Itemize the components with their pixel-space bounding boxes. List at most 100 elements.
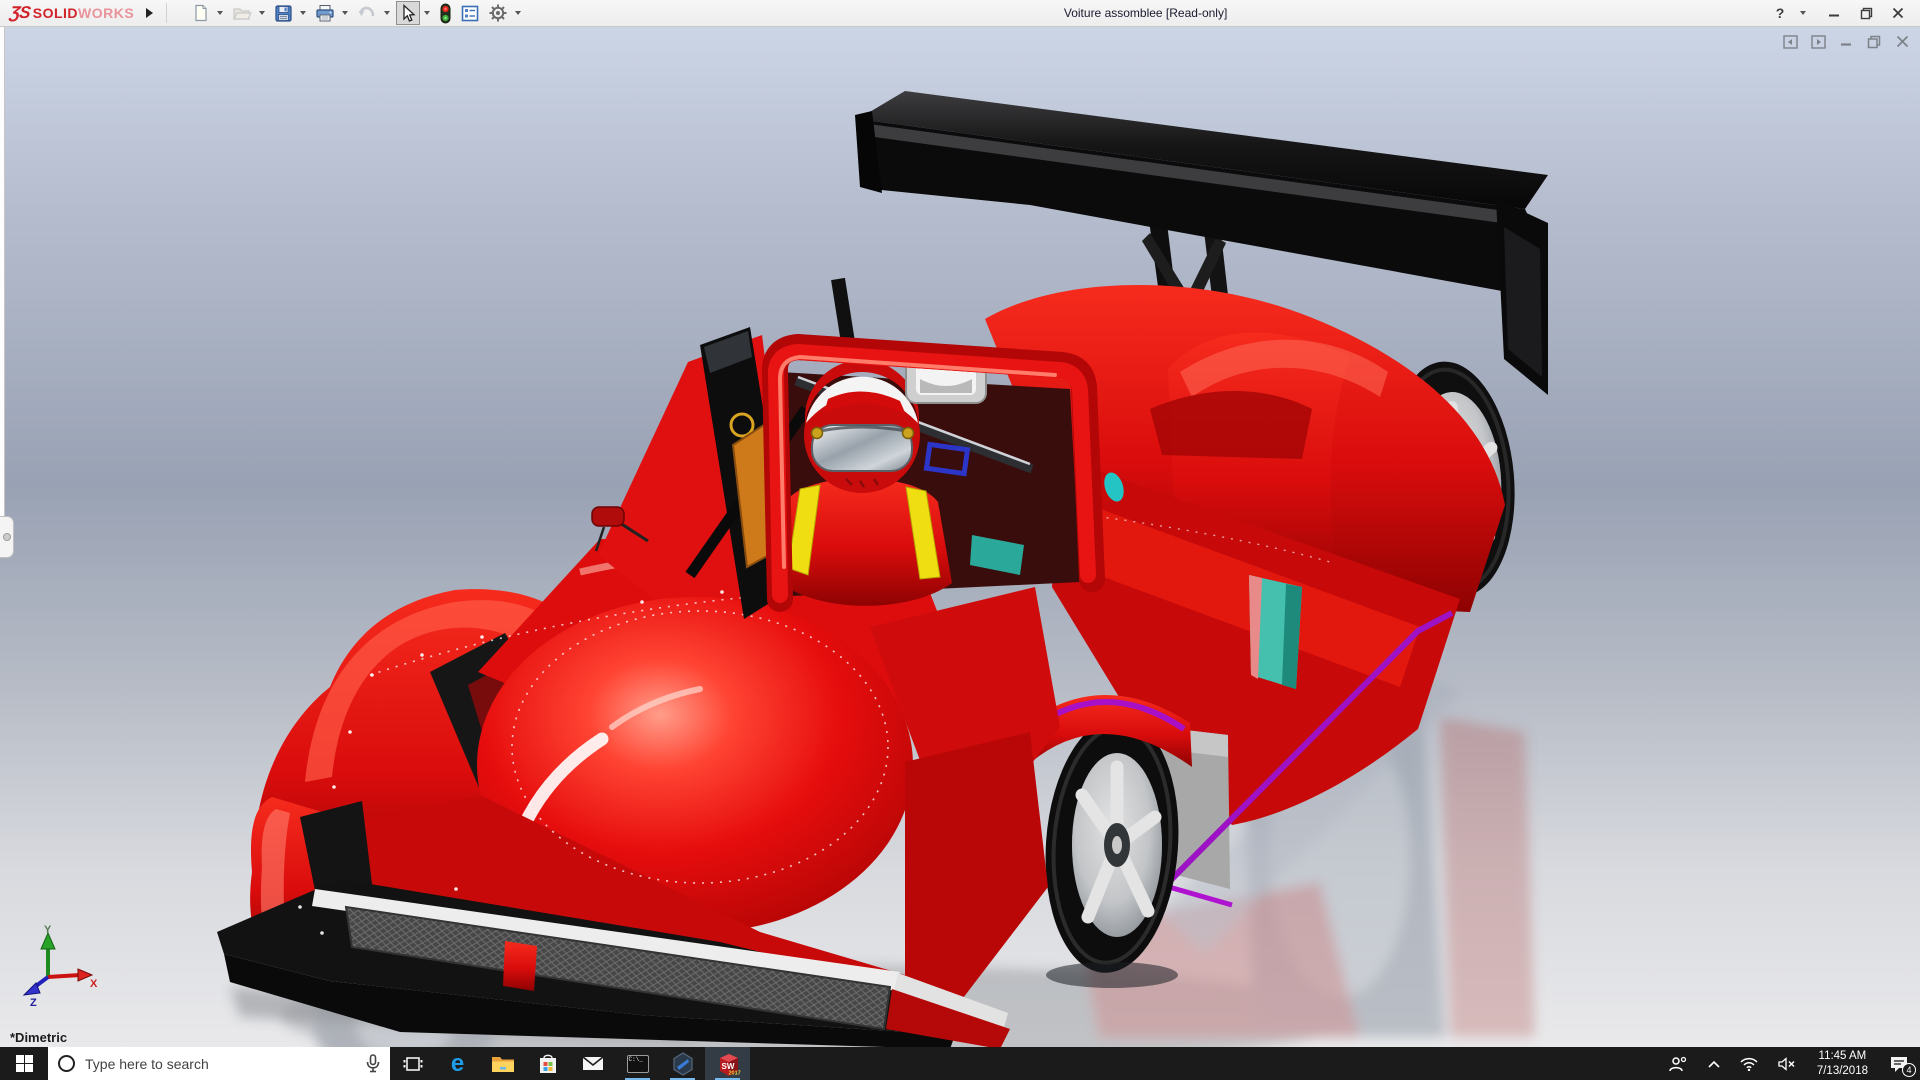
car-3d-model[interactable] (0, 27, 1920, 1047)
clock-time: 11:45 AM (1817, 1049, 1868, 1064)
view-orientation-label: *Dimetric (10, 1030, 67, 1045)
doc-minimize-button[interactable] (1838, 34, 1854, 49)
taskbar-mail[interactable] (570, 1047, 615, 1080)
sw-year-label: 2017 (728, 1070, 740, 1076)
doc-minimize-icon (1840, 35, 1853, 48)
solidworks-2017-icon: SW 2017 (716, 1052, 740, 1076)
menu-flyout-arrow-icon[interactable] (140, 4, 158, 22)
save-button[interactable] (271, 1, 296, 25)
solidworks-logo-glyph: ƷS (9, 3, 32, 23)
minimize-icon (1828, 7, 1840, 19)
title-bar: ƷS SOLIDWORKS (0, 0, 1920, 27)
rebuild-traffic-light-icon (439, 3, 452, 24)
document-window-controls (1782, 34, 1910, 49)
dock-pane-left-icon (1783, 35, 1798, 49)
task-view-button[interactable] (390, 1047, 435, 1080)
taskbar-microsoft-store[interactable] (525, 1047, 570, 1080)
window-title: Voiture assomblee [Read-only] (525, 6, 1766, 20)
help-button[interactable]: ? (1766, 2, 1794, 24)
new-document-icon (192, 4, 210, 22)
chevron-up-icon (1708, 1060, 1720, 1068)
doc-close-button[interactable] (1894, 34, 1910, 49)
print-icon (315, 4, 335, 23)
file-properties-button[interactable] (457, 1, 483, 25)
orientation-triad: Y X Z (18, 925, 98, 1007)
notification-badge: 4 (1902, 1063, 1916, 1077)
triad-y-label: Y (44, 925, 52, 936)
task-view-icon (403, 1055, 423, 1073)
select-cursor-button[interactable] (396, 1, 420, 25)
close-button[interactable] (1884, 2, 1912, 24)
start-button[interactable] (0, 1047, 48, 1080)
save-floppy-icon (274, 4, 293, 23)
undo-icon (357, 4, 377, 22)
save-dropdown[interactable] (300, 11, 306, 15)
minimize-button[interactable] (1820, 2, 1848, 24)
options-dropdown[interactable] (515, 11, 521, 15)
windows-taskbar: e C:\_ (0, 1047, 1920, 1080)
hidden-icons-button[interactable] (1701, 1047, 1727, 1080)
file-explorer-icon (491, 1054, 515, 1074)
rebuild-button[interactable] (436, 1, 455, 25)
cortana-icon[interactable] (58, 1055, 75, 1072)
file-properties-icon (460, 4, 480, 23)
taskbar-edge[interactable]: e (435, 1047, 480, 1080)
doc-restore-icon (1867, 35, 1881, 49)
taskbar-solidworks[interactable]: SW 2017 (705, 1047, 750, 1080)
clock-date: 7/13/2018 (1817, 1064, 1868, 1079)
new-document-dropdown[interactable] (217, 11, 223, 15)
select-cursor-icon (399, 4, 417, 23)
dock-pane-right-icon (1811, 35, 1826, 49)
graphics-viewport: Y X Z *Dimetric (0, 27, 1920, 1047)
wifi-icon (1740, 1057, 1758, 1071)
taskbar-command-prompt[interactable]: C:\_ (615, 1047, 660, 1080)
logo-text-works: WORKS (78, 5, 134, 21)
options-gear-icon (488, 3, 508, 23)
dock-pane-right-button[interactable] (1810, 34, 1826, 49)
hexagon-app-icon (672, 1052, 694, 1076)
people-button[interactable] (1661, 1047, 1695, 1080)
command-prompt-icon: C:\_ (627, 1055, 649, 1073)
undo-button[interactable] (354, 1, 380, 25)
options-button[interactable] (485, 1, 511, 25)
system-tray: 11:45 AM 7/13/2018 4 (1661, 1047, 1920, 1080)
restore-button[interactable] (1852, 2, 1880, 24)
help-dropdown[interactable] (1800, 11, 1806, 15)
people-icon (1668, 1056, 1688, 1072)
print-button[interactable] (312, 1, 338, 25)
taskbar-hexagon-app[interactable] (660, 1047, 705, 1080)
mail-icon (582, 1055, 604, 1072)
triad-x-label: X (90, 978, 98, 990)
triad-z-label: Z (30, 997, 37, 1007)
solidworks-logo[interactable]: ƷS SOLIDWORKS (0, 3, 140, 23)
window-controls: ? (1766, 2, 1920, 24)
quick-access-toolbar (189, 1, 525, 25)
undo-dropdown[interactable] (384, 11, 390, 15)
dock-pane-left-button[interactable] (1782, 34, 1798, 49)
action-center-button[interactable]: 4 (1882, 1047, 1916, 1080)
speaker-muted-icon (1778, 1057, 1796, 1071)
open-folder-icon (232, 4, 252, 22)
search-input[interactable] (85, 1056, 356, 1072)
close-icon (1892, 7, 1904, 19)
volume-button[interactable] (1771, 1047, 1803, 1080)
feature-panel-strip (0, 27, 5, 547)
open-dropdown[interactable] (259, 11, 265, 15)
panel-splitter-handle[interactable] (0, 516, 14, 558)
taskbar-clock[interactable]: 11:45 AM 7/13/2018 (1809, 1049, 1876, 1079)
microsoft-store-icon (538, 1053, 558, 1075)
windows-logo-icon (16, 1055, 33, 1072)
print-dropdown[interactable] (342, 11, 348, 15)
network-button[interactable] (1733, 1047, 1765, 1080)
taskbar-file-explorer[interactable] (480, 1047, 525, 1080)
doc-restore-button[interactable] (1866, 34, 1882, 49)
new-document-button[interactable] (189, 1, 213, 25)
microphone-icon[interactable] (366, 1054, 380, 1073)
taskbar-search[interactable] (48, 1047, 390, 1080)
restore-icon (1860, 7, 1873, 20)
select-dropdown[interactable] (424, 11, 430, 15)
toolbar-separator (166, 3, 167, 23)
help-label: ? (1776, 5, 1785, 21)
splitter-grip-icon (3, 533, 11, 541)
open-button[interactable] (229, 1, 255, 25)
